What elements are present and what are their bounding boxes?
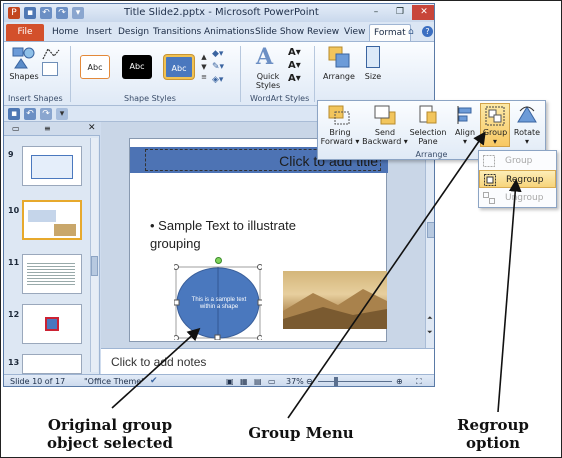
annotation-group-menu: Group Menu [248, 424, 354, 442]
annotation-regroup: Regroup option [457, 416, 529, 452]
arrow-to-group-button [287, 131, 486, 419]
arrow-to-grouped-shape [111, 327, 201, 409]
annotation-original-group: Original group object selected [46, 416, 174, 452]
annotation-arrows [111, 131, 522, 419]
arrow-to-regroup [497, 178, 522, 413]
